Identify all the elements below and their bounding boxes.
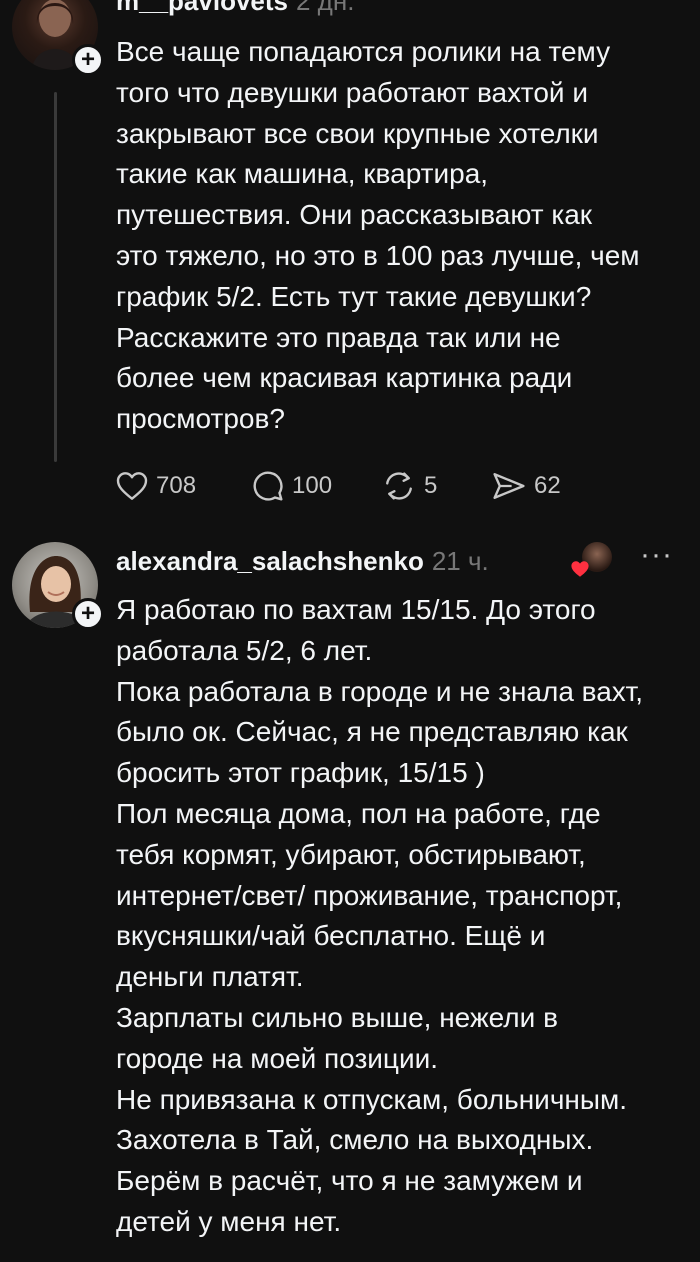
likes-count: 708 (156, 472, 197, 499)
thread-line (54, 92, 57, 462)
comment-button[interactable]: 100 (252, 470, 382, 502)
follow-plus-icon[interactable]: + (72, 598, 104, 630)
reposts-count: 5 (424, 472, 438, 499)
follow-plus-icon[interactable]: + (72, 44, 104, 76)
post-text: Я работаю по вахтам 15/15. До этого рабо… (116, 594, 643, 1237)
post-text: Все чаще попадаются ролики на тему того … (116, 36, 640, 435)
post-2: + alexandra_salachshenko 21 ч. ··· Я рабо… (0, 530, 700, 1262)
username-text[interactable]: alexandra_salachshenko (116, 546, 424, 576)
comment-icon (253, 471, 283, 501)
username[interactable]: m__pavlovets 2 дн. (116, 0, 354, 17)
repost-button[interactable]: 5 (382, 470, 492, 502)
post-1: + m__pavlovets 2 дн. Все чаще попадаются … (0, 0, 700, 520)
repost-icon (386, 472, 412, 500)
share-button[interactable]: 62 (492, 471, 582, 501)
username-text[interactable]: m__pavlovets (116, 0, 288, 16)
shares-count: 62 (534, 472, 561, 499)
heart-icon (571, 561, 589, 577)
comments-count: 100 (292, 472, 333, 499)
post-time: 21 ч. (431, 546, 489, 576)
more-icon[interactable]: ··· (640, 538, 673, 572)
username[interactable]: alexandra_salachshenko 21 ч. (116, 546, 489, 577)
like-button[interactable]: 708 (116, 471, 252, 501)
action-bar: 708 100 5 62 (116, 470, 582, 502)
post-time: 2 дн. (295, 0, 355, 16)
heart-icon (116, 472, 148, 500)
share-icon (493, 473, 525, 499)
